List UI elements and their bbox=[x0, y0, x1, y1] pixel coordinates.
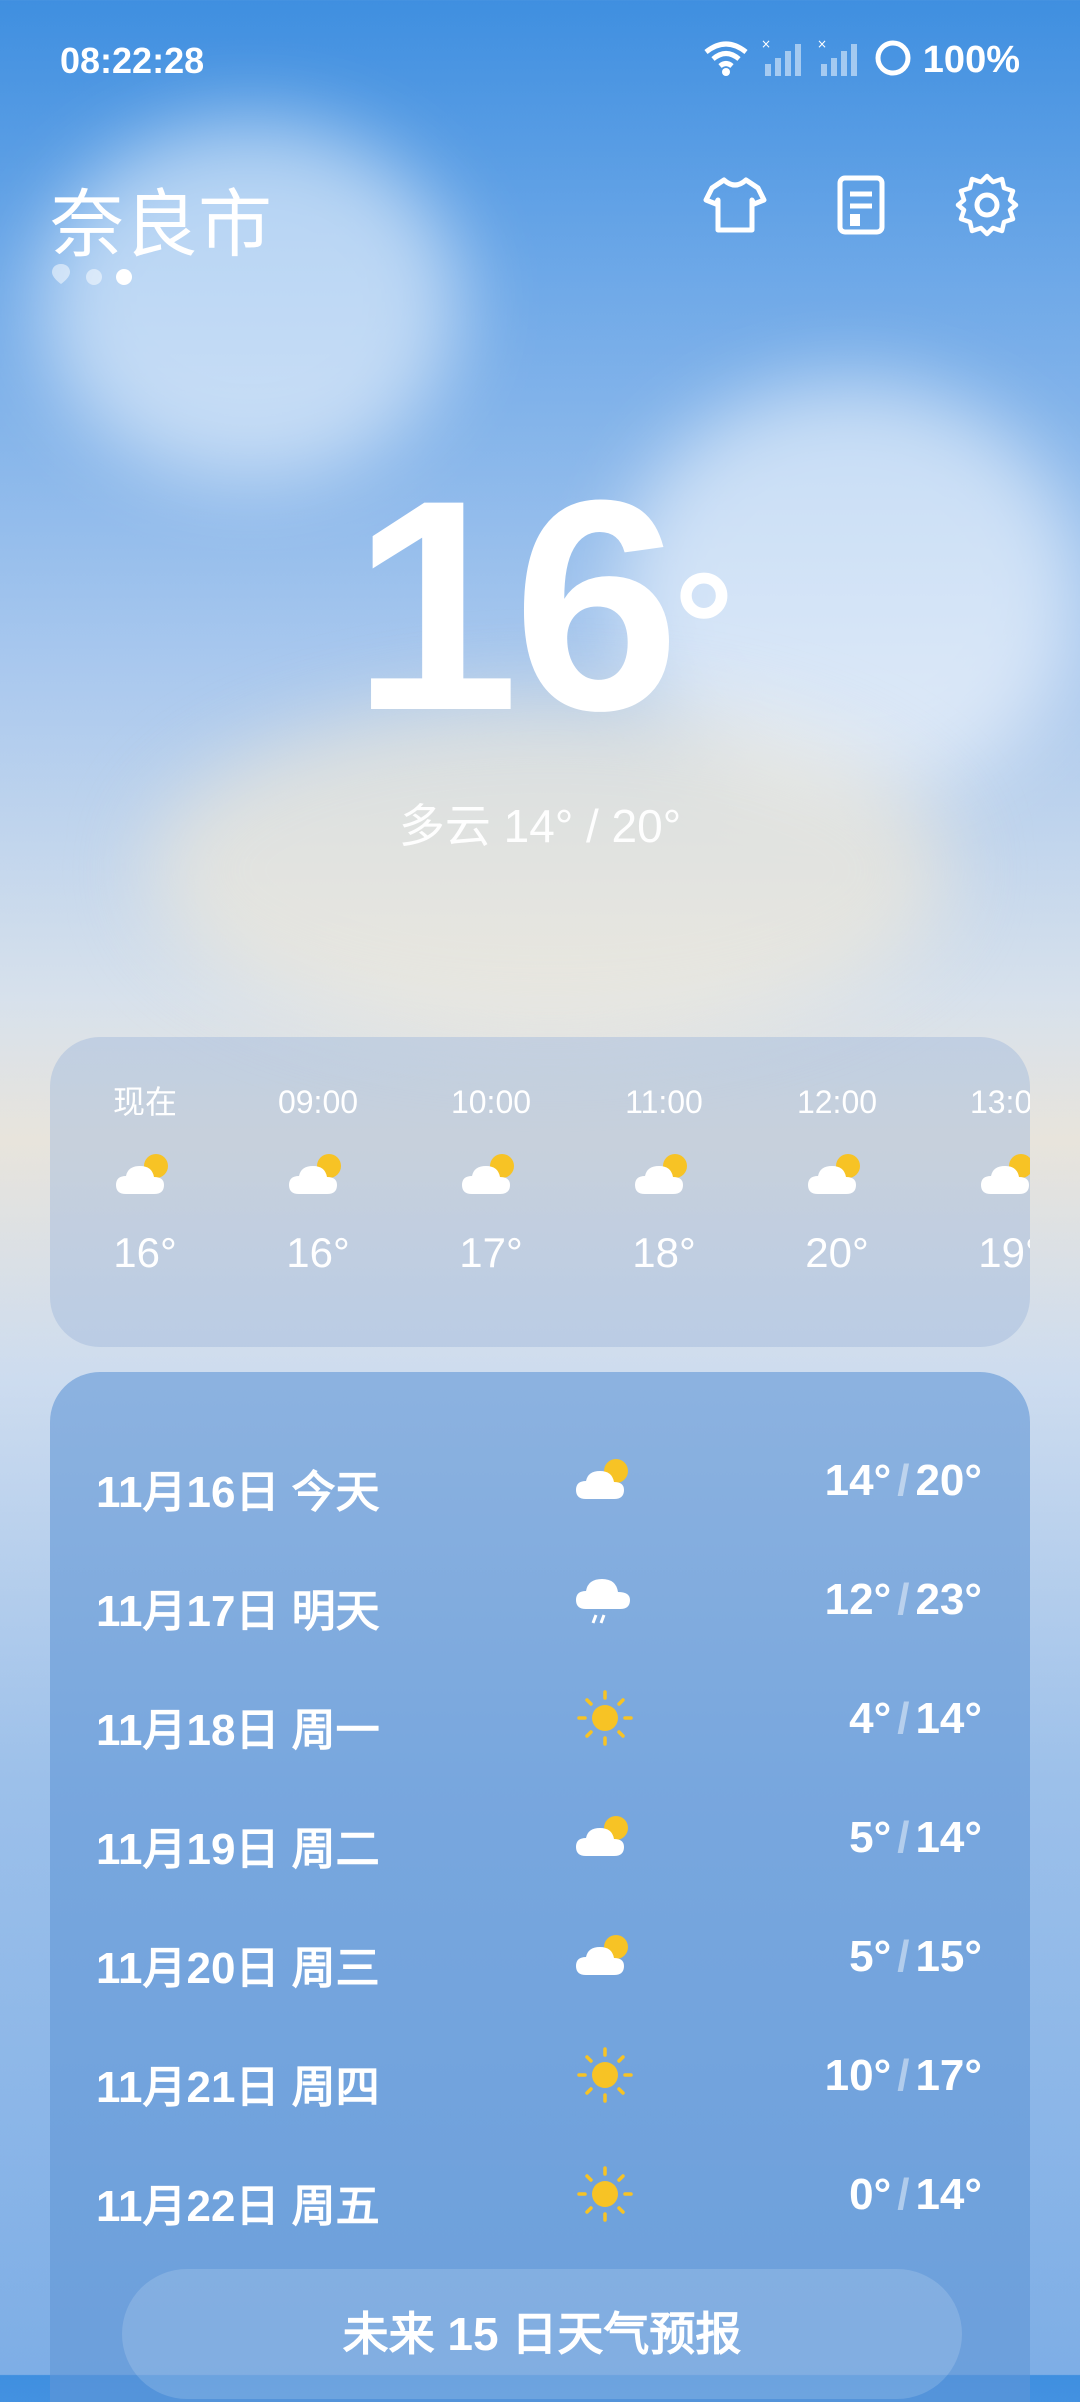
sunny-icon bbox=[575, 2045, 635, 2110]
sunny-icon bbox=[575, 2164, 635, 2229]
hourly-item: 09:00 16° bbox=[243, 1077, 393, 1277]
partly-cloudy-icon bbox=[572, 1455, 638, 1510]
day-date: 11月21日 周四 bbox=[96, 2063, 380, 2112]
page-dot-active bbox=[116, 268, 132, 285]
day-high: 14° bbox=[915, 1813, 982, 1862]
day-date: 11月17日 明天 bbox=[96, 1587, 380, 1636]
day-temp-range: 14°/20° bbox=[825, 1456, 982, 1506]
day-high: 17° bbox=[915, 2051, 982, 2100]
clothing-icon[interactable] bbox=[702, 172, 768, 238]
partly-cloudy-icon bbox=[977, 1150, 1030, 1205]
daily-row[interactable]: 11月21日 周四 10°/17° bbox=[50, 2015, 1030, 2135]
hourly-item: 13:00 19° bbox=[935, 1077, 1030, 1277]
day-temp-range: 0°/14° bbox=[849, 2170, 982, 2220]
day-date: 11月18日 周一 bbox=[96, 1706, 380, 1755]
partly-cloudy-icon bbox=[285, 1150, 351, 1205]
day-temp-range: 10°/17° bbox=[825, 2051, 982, 2101]
battery-icon bbox=[873, 38, 913, 83]
signal-icon: × bbox=[817, 37, 863, 83]
partly-cloudy-icon bbox=[804, 1150, 870, 1205]
day-high: 15° bbox=[915, 1932, 982, 1981]
hourly-forecast[interactable]: 现在 16° 09:00 16° 10:00 17° 11:00 18° 12:… bbox=[50, 1037, 1030, 1347]
hour-time: 13:00 bbox=[969, 1084, 1030, 1120]
signal-icon: × bbox=[761, 37, 807, 83]
day-temp-range: 4°/14° bbox=[849, 1694, 982, 1744]
day-temp-range: 12°/23° bbox=[825, 1575, 982, 1625]
svg-text:×: × bbox=[817, 38, 827, 51]
status-time: 08:22:28 bbox=[60, 40, 205, 81]
temp-separator: / bbox=[897, 1813, 910, 1862]
degree-symbol: ° bbox=[673, 541, 734, 709]
hour-time: 12:00 bbox=[796, 1084, 878, 1120]
settings-gear-icon[interactable] bbox=[954, 172, 1020, 238]
day-temp-range: 5°/15° bbox=[849, 1932, 982, 1982]
sunny-icon bbox=[575, 1688, 635, 1753]
partly-cloudy-icon bbox=[631, 1150, 697, 1205]
news-icon[interactable] bbox=[828, 172, 894, 238]
hour-temp: 16° bbox=[113, 1229, 177, 1276]
day-date: 11月19日 周二 bbox=[96, 1825, 380, 1874]
day-low: 14° bbox=[824, 1456, 892, 1505]
rain-icon bbox=[572, 1569, 638, 1634]
hour-temp: 17° bbox=[459, 1229, 523, 1276]
hourly-item: 12:00 20° bbox=[762, 1077, 912, 1277]
partly-cloudy-icon bbox=[572, 1812, 638, 1867]
partly-cloudy-icon bbox=[572, 1931, 638, 1986]
temp-separator: / bbox=[897, 2051, 910, 2100]
temp-separator: / bbox=[897, 1694, 910, 1743]
day-low: 5° bbox=[849, 1813, 892, 1862]
page-dot bbox=[86, 268, 102, 285]
15-day-forecast-button[interactable]: 未来 15 日天气预报 bbox=[122, 2269, 962, 2399]
hourly-item: 10:00 17° bbox=[416, 1077, 566, 1277]
daily-row[interactable]: 11月19日 周二 5°/14° bbox=[50, 1777, 1030, 1897]
svg-text:×: × bbox=[761, 38, 771, 51]
partly-cloudy-icon bbox=[112, 1150, 178, 1205]
temp-separator: / bbox=[897, 1456, 910, 1505]
current-temperature: 16° bbox=[0, 455, 1080, 755]
current-condition: 多云 14° / 20° bbox=[398, 800, 682, 852]
daily-row[interactable]: 11月20日 周三 5°/15° bbox=[50, 1896, 1030, 2016]
day-date: 11月16日 今天 bbox=[96, 1468, 380, 1517]
day-low: 4° bbox=[849, 1694, 892, 1743]
battery-level: 100% bbox=[922, 39, 1020, 81]
temp-separator: / bbox=[897, 1575, 910, 1624]
hour-temp: 20° bbox=[805, 1229, 869, 1276]
status-bar: 08:22:28 × × 100% bbox=[0, 0, 1080, 120]
day-low: 0° bbox=[849, 2170, 892, 2219]
location-pin-icon bbox=[50, 262, 72, 291]
hour-temp: 19° bbox=[978, 1229, 1030, 1276]
day-low: 12° bbox=[824, 1575, 892, 1624]
temp-separator: / bbox=[897, 1932, 910, 1981]
page-indicator bbox=[50, 262, 132, 291]
hourly-item: 现在 16° bbox=[70, 1077, 220, 1277]
hour-time: 现在 bbox=[112, 1084, 177, 1120]
day-low: 5° bbox=[849, 1932, 892, 1981]
hour-temp: 16° bbox=[286, 1229, 350, 1276]
city-name[interactable]: 奈良市 bbox=[50, 165, 272, 272]
hour-time: 10:00 bbox=[450, 1084, 532, 1120]
day-date: 11月20日 周三 bbox=[96, 1944, 380, 1993]
daily-forecast: 11月16日 今天 14°/20° 11月17日 明天 12°/23° 11月1… bbox=[50, 1372, 1030, 2402]
day-high: 20° bbox=[915, 1456, 982, 1505]
daily-row[interactable]: 11月18日 周一 4°/14° bbox=[50, 1658, 1030, 1778]
hour-temp: 18° bbox=[632, 1229, 696, 1276]
current-temp-value: 16 bbox=[352, 437, 680, 773]
hour-time: 11:00 bbox=[625, 1084, 703, 1120]
day-low: 10° bbox=[824, 2051, 892, 2100]
daily-row[interactable]: 11月16日 今天 14°/20° bbox=[50, 1420, 1030, 1540]
temp-separator: / bbox=[897, 2170, 910, 2219]
partly-cloudy-icon bbox=[458, 1150, 524, 1205]
day-high: 14° bbox=[915, 2170, 982, 2219]
day-high: 23° bbox=[915, 1575, 982, 1624]
hour-time: 09:00 bbox=[277, 1084, 359, 1120]
wifi-icon bbox=[701, 38, 751, 83]
daily-row[interactable]: 11月22日 周五 0°/14° bbox=[50, 2134, 1030, 2254]
day-temp-range: 5°/14° bbox=[849, 1813, 982, 1863]
day-high: 14° bbox=[915, 1694, 982, 1743]
daily-row[interactable]: 11月17日 明天 12°/23° bbox=[50, 1539, 1030, 1659]
day-date: 11月22日 周五 bbox=[96, 2182, 380, 2231]
hourly-item: 11:00 18° bbox=[589, 1077, 739, 1277]
